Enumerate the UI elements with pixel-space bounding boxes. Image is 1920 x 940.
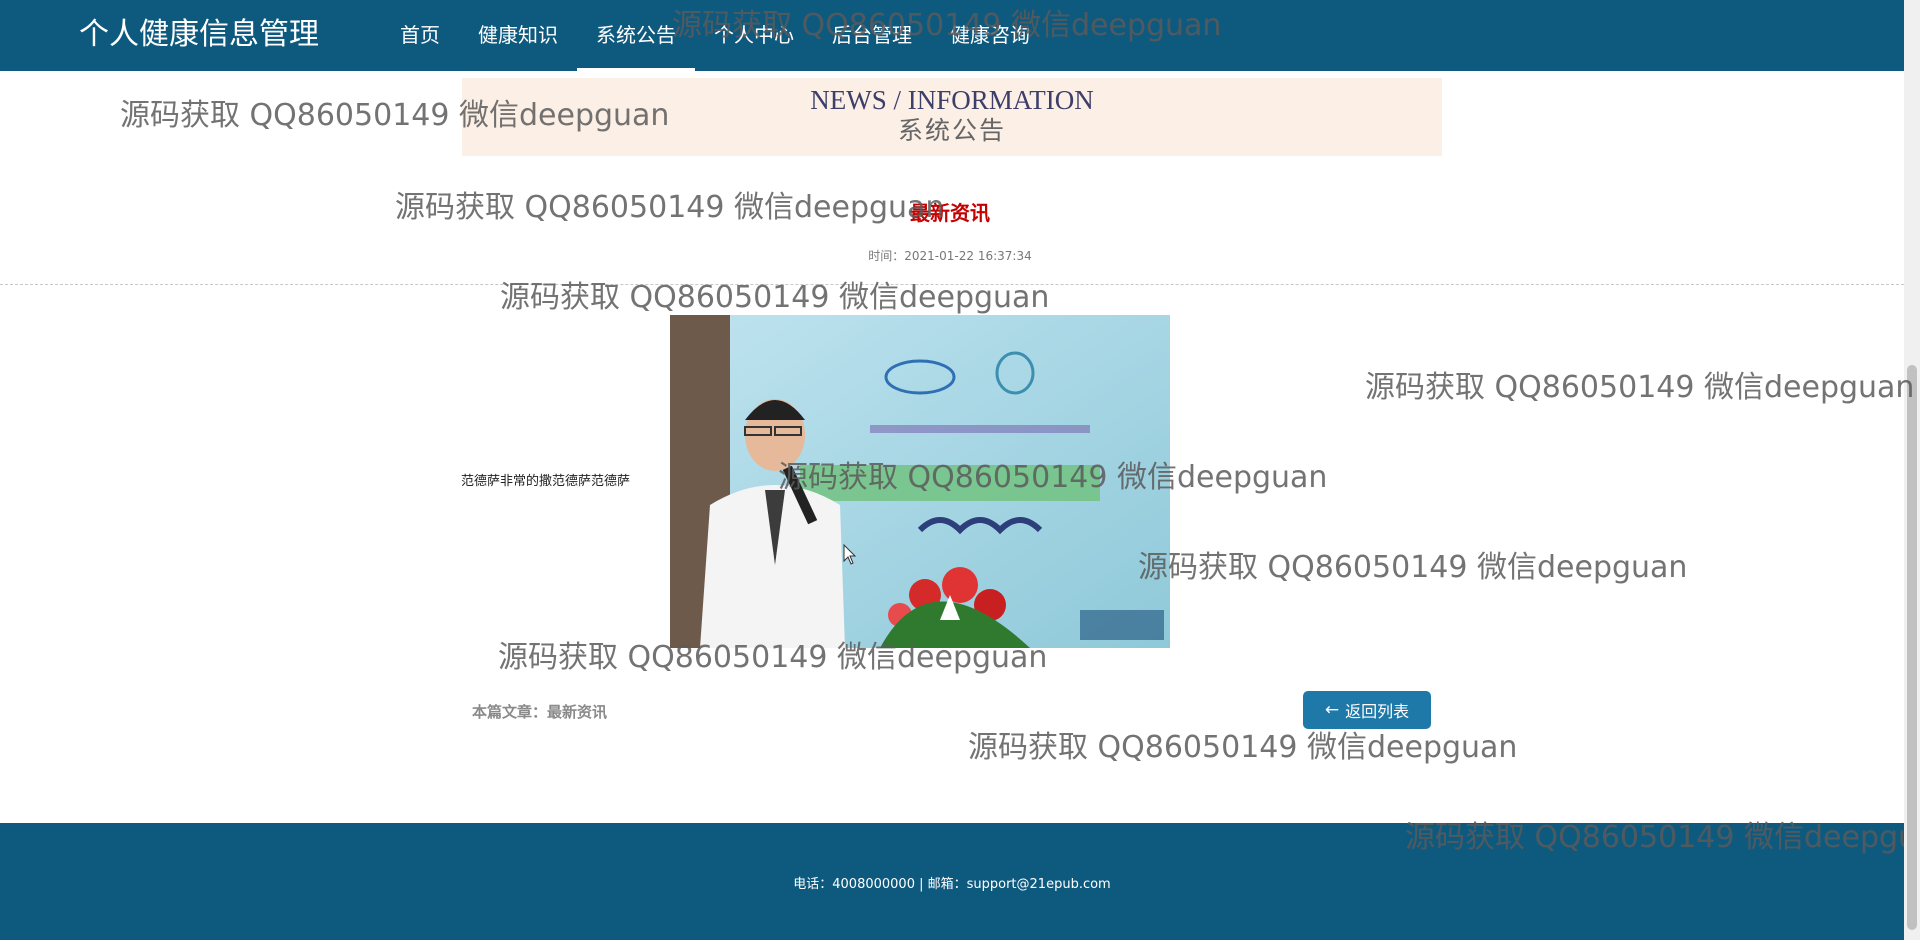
arrow-left-icon: ← (1324, 700, 1340, 720)
news-photo-icon (670, 315, 1170, 648)
main-nav: 首页 健康知识 系统公告 个人中心 后台管理 健康咨询 (381, 0, 1049, 71)
watermark-text: 源码获取 QQ86050149 微信deepguan (1365, 370, 1915, 405)
footer-contact: 电话：4008000000 | 邮箱：support@21epub.com (793, 877, 1111, 892)
back-to-list-label: 返回列表 (1345, 702, 1410, 721)
section-title-chinese: 系统公告 (897, 116, 1006, 145)
article-time: 时间：2021-01-22 16:37:34 (868, 249, 1032, 263)
scrollbar-thumb[interactable] (1907, 365, 1917, 930)
section-title-banner: NEWS / INFORMATION 系统公告 (462, 78, 1442, 156)
mouse-cursor-icon (843, 544, 857, 565)
vertical-scrollbar[interactable] (1904, 0, 1920, 940)
back-to-list-button[interactable]: ← 返回列表 (1303, 691, 1431, 729)
section-title-english: NEWS / INFORMATION (810, 85, 1094, 115)
site-brand[interactable]: 个人健康信息管理 (79, 14, 319, 56)
nav-item-health-knowledge[interactable]: 健康知识 (459, 0, 577, 71)
nav-item-home[interactable]: 首页 (381, 0, 459, 71)
top-navbar: 个人健康信息管理 首页 健康知识 系统公告 个人中心 后台管理 健康咨询 (0, 0, 1920, 71)
nav-item-personal-center[interactable]: 个人中心 (695, 0, 813, 71)
article-footnote: 本篇文章：最新资讯 (472, 703, 608, 721)
article-divider (0, 284, 1904, 285)
article-content-text: 范德萨非常的撒范德萨范德萨 (461, 474, 631, 489)
watermark-text: 源码获取 QQ86050149 微信deepguan (968, 730, 1518, 765)
article-title: 最新资讯 (910, 201, 990, 225)
nav-item-admin[interactable]: 后台管理 (813, 0, 931, 71)
watermark-text: 源码获取 QQ86050149 微信deepguan (1138, 550, 1688, 585)
watermark-text: 源码获取 QQ86050149 微信deepguan (500, 280, 1050, 315)
nav-item-announcements[interactable]: 系统公告 (577, 0, 695, 71)
nav-item-health-consult[interactable]: 健康咨询 (931, 0, 1049, 71)
